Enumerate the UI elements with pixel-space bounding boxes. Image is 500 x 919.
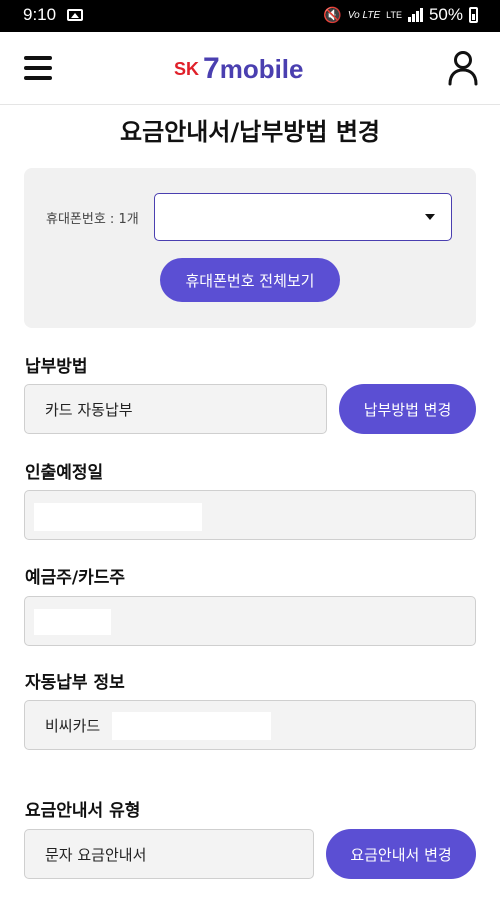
signal-icon — [407, 8, 423, 22]
bill-type-value: 문자 요금안내서 — [45, 845, 147, 864]
page-title: 요금안내서/납부방법 변경 — [119, 118, 380, 146]
view-all-phone-numbers-button[interactable]: 휴대폰번호 전체보기 — [160, 258, 340, 302]
logo-seven-mark: 7 — [203, 52, 220, 85]
logo-sk-text: SK — [174, 58, 200, 79]
logo-mobile-text: mobile — [219, 53, 304, 84]
withdrawal-date-label: 인출예정일 — [25, 463, 104, 483]
user-icon[interactable] — [447, 50, 479, 86]
phone-number-label: 휴대폰번호 : 1개 — [46, 212, 139, 227]
image-icon — [67, 9, 83, 21]
battery-icon — [469, 7, 478, 23]
phone-number-select[interactable] — [154, 193, 452, 241]
battery-percent: 50% — [428, 5, 463, 24]
redacted-block — [112, 712, 271, 740]
redacted-block — [34, 609, 111, 635]
status-indicators: 🔇 Vo LTE LTE 50% — [323, 5, 478, 25]
bill-type-field: 문자 요금안내서 — [24, 829, 314, 879]
payment-method-value: 카드 자동납부 — [45, 400, 133, 419]
redacted-block — [34, 503, 202, 531]
payment-method-field: 카드 자동납부 — [24, 384, 327, 434]
volte-indicator: Vo LTE — [347, 9, 381, 21]
dropdown-caret-icon — [425, 214, 435, 220]
account-holder-label: 예금주/카드주 — [25, 568, 126, 588]
app-header: SK 7 mobile — [0, 32, 500, 105]
bill-type-label: 요금안내서 유형 — [25, 801, 141, 821]
brand-logo[interactable]: SK 7 mobile — [174, 52, 304, 85]
change-payment-method-button[interactable]: 납부방법 변경 — [339, 384, 476, 434]
status-bar: 9:10 🔇 Vo LTE LTE 50% — [0, 0, 500, 32]
hamburger-menu-icon[interactable] — [24, 56, 52, 80]
auto-payment-info-value: 비씨카드 — [45, 716, 101, 735]
change-bill-type-button[interactable]: 요금안내서 변경 — [326, 829, 476, 879]
phone-number-card: 휴대폰번호 : 1개 휴대폰번호 전체보기 — [24, 168, 476, 328]
payment-method-label: 납부방법 — [25, 357, 88, 377]
auto-payment-info-label: 자동납부 정보 — [25, 673, 125, 693]
lte-indicator: LTE — [386, 9, 402, 20]
status-time: 9:10 — [23, 5, 57, 24]
mute-icon: 🔇 — [323, 7, 342, 24]
